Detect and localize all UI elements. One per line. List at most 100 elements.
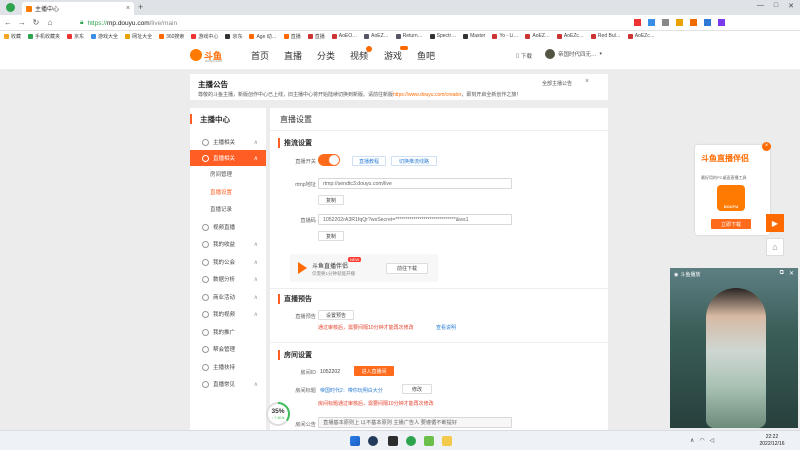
anchor-notice: 主播公告 尊敬的斗鱼主播，新版创作中心已上线，旧主播中心将开始陆续切换到新版。请… xyxy=(190,74,608,100)
bookmark-item[interactable]: Age 动… xyxy=(249,33,277,40)
promo-close-icon[interactable]: × xyxy=(762,142,771,151)
sidebar-item[interactable]: 我的推广 xyxy=(190,324,266,340)
bookmark-item[interactable]: AoEZ… xyxy=(525,33,550,39)
bookmark-item[interactable]: AoEZc… xyxy=(556,33,584,39)
video-close-icon[interactable]: ✕ xyxy=(789,270,794,277)
home-icon[interactable]: ⌂ xyxy=(46,18,54,27)
user-menu[interactable]: 帝国时代四无… ▾ xyxy=(545,49,602,59)
bookmark-item[interactable]: Spectr… xyxy=(429,33,456,39)
assistant-download-button[interactable]: 前往下载 xyxy=(386,263,428,274)
folder-icon[interactable] xyxy=(442,436,452,446)
browser-tab[interactable]: 主播中心 × xyxy=(22,2,134,15)
sidebar-item[interactable]: 直播相关 ∧ xyxy=(190,150,266,166)
rtmp-input[interactable]: rtmp://sendtc3.douyu.com/live xyxy=(318,178,512,189)
room-announce-input[interactable]: 直播基本原则上 以不基本原则 主播广告人 要遵循不断提好 xyxy=(318,417,512,428)
close-window-icon[interactable]: ✕ xyxy=(788,2,794,10)
browser-icon[interactable] xyxy=(406,436,416,446)
reload-icon[interactable]: ↻ xyxy=(32,18,40,27)
maximize-icon[interactable]: □ xyxy=(774,2,778,10)
sidebar-subitem[interactable]: 房间管理 xyxy=(190,166,266,182)
enter-room-button[interactable]: 进入直播间 xyxy=(354,366,394,376)
live-switch-toggle[interactable] xyxy=(318,154,340,166)
wifi-icon[interactable]: ◠ xyxy=(699,437,704,444)
douyu-logo[interactable]: 斗鱼 douyu.com xyxy=(190,46,228,64)
extension-icon[interactable] xyxy=(690,19,697,26)
steam-icon[interactable] xyxy=(368,436,378,446)
extension-icon[interactable] xyxy=(704,19,711,26)
sidebar-item[interactable]: 主播相关 ∧ xyxy=(190,134,266,150)
volume-icon[interactable]: ◁ xyxy=(710,437,715,444)
browser-logo-icon[interactable] xyxy=(6,3,15,12)
set-preview-button[interactable]: 设置预告 xyxy=(318,310,354,320)
copy-code-button[interactable]: 复制 xyxy=(318,231,344,241)
sidebar-item[interactable]: 主播扶持 xyxy=(190,359,266,375)
bookmark-item[interactable]: Yo - Li… xyxy=(492,33,518,39)
stream-code-input[interactable]: 1052202rA3R1fqQr?wsSecret=**************… xyxy=(318,214,512,225)
sidebar-item[interactable]: 数据分析 ∧ xyxy=(190,271,266,287)
bookmark-item[interactable]: AoEZ… xyxy=(364,33,389,39)
minimize-icon[interactable]: — xyxy=(757,2,764,10)
nav-home[interactable]: 首页 xyxy=(251,49,269,62)
download-link[interactable]: ▯ 下载 xyxy=(516,52,532,60)
bookmark-item[interactable]: 网址大全 xyxy=(125,33,152,40)
bookmark-item[interactable]: 游戏中心 xyxy=(191,33,218,40)
nav-live[interactable]: 直播 xyxy=(284,49,302,62)
copy-rtmp-button[interactable]: 复制 xyxy=(318,195,344,205)
back-icon[interactable]: ← xyxy=(4,18,12,27)
bookmark-item[interactable]: 收藏 xyxy=(4,33,21,40)
sidebar-item[interactable]: 直播常见 ∧ xyxy=(190,376,266,392)
clock[interactable]: 22:22 2022/12/16 xyxy=(752,434,792,448)
float-home-button[interactable]: ⌂ xyxy=(766,238,784,256)
nav-game[interactable]: 游戏 xyxy=(384,46,409,62)
sidebar-item[interactable]: 我的视频 ∧ xyxy=(190,306,266,322)
bookmark-item[interactable]: 游戏大全 xyxy=(91,33,118,40)
bookmark-item[interactable]: 京东 xyxy=(225,33,242,40)
bookmark-item[interactable]: 360搜索 xyxy=(159,33,184,40)
popout-icon[interactable]: ⧉ xyxy=(780,270,784,277)
bookmark-item[interactable]: 直播 xyxy=(307,33,325,40)
sidebar-item[interactable]: 帮会管理 xyxy=(190,341,266,357)
sidebar-item[interactable]: 我的收益 ∧ xyxy=(190,236,266,252)
extension-icon[interactable] xyxy=(662,19,669,26)
switch-line-button[interactable]: 切换推流线路 xyxy=(391,156,437,166)
bookmark-item[interactable]: AoEZc… xyxy=(627,33,655,39)
bookmark-item[interactable]: Master xyxy=(463,33,485,39)
new-tab-button[interactable]: + xyxy=(138,2,143,12)
sidebar-item[interactable]: 商业活动 ∧ xyxy=(190,289,266,305)
extension-icon[interactable] xyxy=(676,19,683,26)
start-icon[interactable] xyxy=(350,436,360,446)
bookmark-item[interactable]: 手机收藏夹 xyxy=(28,33,60,40)
bookmark-item[interactable]: 京东 xyxy=(67,33,84,40)
floating-video-player[interactable]: ◉ 斗鱼播放 ⧉ ✕ xyxy=(670,268,798,428)
address-bar[interactable]: 🔒︎ https://mp.douyu.com/live/main xyxy=(80,17,620,29)
bookmark-item[interactable]: AoEO… xyxy=(331,33,357,39)
forward-icon[interactable]: → xyxy=(18,18,26,27)
tutorial-button[interactable]: 直播教程 xyxy=(352,156,386,166)
sidebar-item[interactable]: 视频直播 xyxy=(190,219,266,235)
all-notices-link[interactable]: 全部主播公告 xyxy=(542,80,572,87)
extension-icon[interactable] xyxy=(648,19,655,26)
app-icon[interactable] xyxy=(388,436,398,446)
bookmark-item[interactable]: 直播 xyxy=(283,33,301,40)
extension-icon[interactable] xyxy=(718,19,725,26)
close-tab-icon[interactable]: × xyxy=(126,5,130,12)
preview-warning: 通过审核后，需要间隔10分钟才能再次修改 xyxy=(318,325,414,331)
sidebar-subitem[interactable]: 直播记录 xyxy=(190,201,266,217)
notice-link[interactable]: https://www.douyu.com/creator xyxy=(393,92,461,98)
promo-download-button[interactable]: 立即下载 xyxy=(711,219,751,229)
float-play-button[interactable]: ▶︎ xyxy=(766,214,784,232)
nav-video[interactable]: 视频 xyxy=(350,46,373,62)
extension-icon[interactable] xyxy=(634,19,641,26)
bookmark-item[interactable]: Return… xyxy=(395,33,423,39)
game-tag-icon xyxy=(400,46,409,50)
app-icon[interactable] xyxy=(424,436,434,446)
bookmark-item[interactable]: Red Bul… xyxy=(590,33,621,39)
nav-category[interactable]: 分类 xyxy=(317,49,335,62)
preview-help-link[interactable]: 查看说明 xyxy=(436,324,456,331)
nav-fishbar[interactable]: 鱼吧 xyxy=(417,49,435,62)
sidebar-item[interactable]: 我的公会 ∧ xyxy=(190,254,266,270)
modify-title-button[interactable]: 修改 xyxy=(402,384,432,394)
sidebar-subitem[interactable]: 直播设置 xyxy=(190,184,266,200)
notice-close-icon[interactable]: × xyxy=(585,78,589,85)
chevron-up-icon[interactable]: ∧ xyxy=(690,437,694,444)
